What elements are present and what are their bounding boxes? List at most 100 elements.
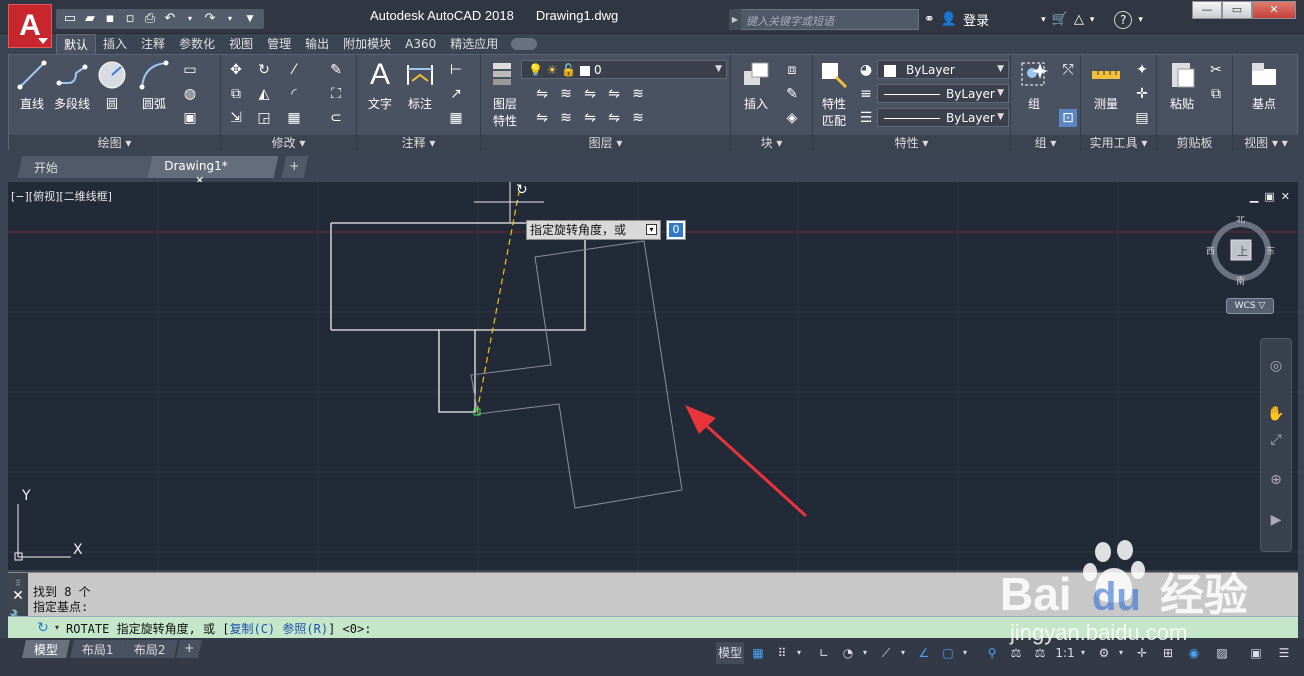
- viewport-close-icon[interactable]: ✕: [1281, 190, 1290, 203]
- layer-tool-icon[interactable]: ⇋: [533, 109, 551, 127]
- panel-title-groups[interactable]: 组 ▾: [1011, 135, 1080, 151]
- quick-select-icon[interactable]: ✦: [1133, 61, 1151, 79]
- group-button[interactable]: 组: [1013, 59, 1055, 112]
- dynamic-input-field[interactable]: 0: [666, 220, 686, 240]
- layer-tool-icon[interactable]: ⇋: [605, 85, 623, 103]
- zoom-extents-icon[interactable]: ⤢: [1267, 431, 1285, 449]
- copy-clip-icon[interactable]: ⧉: [1207, 85, 1225, 103]
- panel-title-view[interactable]: 视图 ▾ ▾: [1233, 135, 1299, 151]
- tab-annotate[interactable]: 注释: [134, 34, 172, 54]
- annotation-visibility-icon[interactable]: ⚲: [982, 642, 1002, 664]
- workspace-dropdown-icon[interactable]: ▾: [1116, 642, 1126, 664]
- new-tab-button[interactable]: +: [281, 156, 309, 178]
- paste-button[interactable]: 粘贴: [1161, 59, 1203, 112]
- hatch-icon[interactable]: ◍: [181, 85, 199, 103]
- close-button[interactable]: ✕: [1252, 1, 1296, 19]
- units-icon[interactable]: ⊞: [1158, 642, 1178, 664]
- dropdown-options-icon[interactable]: ▾: [646, 224, 657, 235]
- model-space-button[interactable]: 模型: [716, 642, 744, 664]
- linetype-icon[interactable]: ≡: [857, 85, 875, 103]
- group-select-icon[interactable]: ⊡: [1059, 109, 1077, 127]
- layer-tool-icon[interactable]: ⇋: [581, 109, 599, 127]
- application-menu-button[interactable]: A: [8, 4, 52, 48]
- linetype-dropdown[interactable]: ByLayer ▼: [877, 84, 1009, 103]
- tab-manage[interactable]: 管理: [260, 34, 298, 54]
- undo-icon[interactable]: ↶: [162, 11, 178, 27]
- fillet-icon[interactable]: ◜: [285, 85, 303, 103]
- open-folder-icon[interactable]: ▰: [82, 11, 98, 27]
- polyline-button[interactable]: 多段线: [51, 59, 93, 112]
- customize-qat-icon[interactable]: ▼: [242, 11, 258, 27]
- infer-constraints-icon[interactable]: ∟: [814, 642, 834, 664]
- linear-dim-icon[interactable]: ⊢: [447, 61, 465, 79]
- rotate-icon[interactable]: ↻: [255, 61, 273, 79]
- tab-parametric[interactable]: 参数化: [172, 34, 222, 54]
- tab-start[interactable]: 开始: [17, 156, 159, 178]
- annotation-monitor-icon[interactable]: ✛: [1132, 642, 1152, 664]
- help-icon[interactable]: ?: [1114, 10, 1133, 29]
- binoculars-icon[interactable]: ⚭: [924, 12, 935, 27]
- tab-insert[interactable]: 插入: [96, 34, 134, 54]
- panel-title-utilities[interactable]: 实用工具 ▾: [1081, 135, 1156, 151]
- isodraft-icon[interactable]: ⟋: [876, 642, 896, 664]
- layer-tool-icon[interactable]: ≋: [557, 109, 575, 127]
- insert-button[interactable]: 插入: [735, 59, 777, 112]
- search-expand-icon[interactable]: ▶: [729, 9, 741, 30]
- region-icon[interactable]: ▣: [181, 109, 199, 127]
- save-as-icon[interactable]: ▫: [122, 11, 138, 27]
- layer-tool-icon[interactable]: ⇋: [605, 109, 623, 127]
- login-dropdown-icon[interactable]: ▾: [1041, 15, 1046, 25]
- lineweight-icon[interactable]: ☰: [857, 109, 875, 127]
- orbit-icon[interactable]: ⊕: [1267, 471, 1285, 489]
- layer-tool-icon[interactable]: ⇋: [581, 85, 599, 103]
- undo-dropdown-icon[interactable]: ▾: [182, 11, 198, 27]
- cart-icon[interactable]: 🛒: [1052, 12, 1068, 27]
- scale-dropdown-icon[interactable]: ▾: [1078, 642, 1088, 664]
- tab-layout1[interactable]: 布局1: [70, 640, 126, 658]
- color-dropdown[interactable]: ByLayer ▼: [877, 60, 1009, 79]
- panel-title-block[interactable]: 块 ▾: [731, 135, 812, 151]
- scale-icon[interactable]: ◲: [255, 109, 273, 127]
- tab-drawing1[interactable]: Drawing1*✕: [147, 156, 279, 187]
- user-icon[interactable]: 👤: [941, 12, 957, 27]
- showmotion-icon[interactable]: ▶: [1267, 511, 1285, 529]
- viewcube[interactable]: 上 北 南 东 西: [1206, 216, 1276, 286]
- auto-scale-icon[interactable]: ⚖: [1006, 642, 1026, 664]
- customization-menu-icon[interactable]: ☰: [1274, 642, 1294, 664]
- isodraft-dropdown-icon[interactable]: ▾: [898, 642, 908, 664]
- leader-icon[interactable]: ↗: [447, 85, 465, 103]
- print-icon[interactable]: ⎙: [142, 11, 158, 27]
- layer-tool-icon[interactable]: ≋: [557, 85, 575, 103]
- text-button[interactable]: A 文字: [359, 59, 401, 112]
- base-view-button[interactable]: 基点: [1243, 59, 1285, 112]
- redo-icon[interactable]: ↷: [202, 11, 218, 27]
- object-snap-tracking-icon[interactable]: ∠: [914, 642, 934, 664]
- tab-featured-apps[interactable]: 精选应用: [443, 34, 505, 54]
- wcs-menu[interactable]: WCS ▽: [1226, 298, 1274, 314]
- layer-tool-icon[interactable]: ≋: [629, 85, 647, 103]
- annotation-scale-icon[interactable]: ⚖: [1030, 642, 1050, 664]
- osnap-dropdown-icon[interactable]: ▾: [960, 642, 970, 664]
- offset-icon[interactable]: ⊂: [327, 109, 345, 127]
- pan-hand-icon[interactable]: ✋: [1267, 405, 1285, 423]
- polar-tracking-icon[interactable]: ◔: [838, 642, 858, 664]
- calculator-icon[interactable]: ▤: [1133, 109, 1151, 127]
- graphics-performance-icon[interactable]: ▨: [1212, 642, 1232, 664]
- polar-dropdown-icon[interactable]: ▾: [860, 642, 870, 664]
- tab-addins[interactable]: 附加模块: [336, 34, 398, 54]
- snap-dropdown-icon[interactable]: ▾: [794, 642, 804, 664]
- a360-dropdown-icon[interactable]: ▾: [1090, 15, 1095, 25]
- maximize-button[interactable]: ▭: [1222, 1, 1252, 19]
- erase-icon[interactable]: ✎: [327, 61, 345, 79]
- trim-icon[interactable]: ⁄: [285, 61, 303, 79]
- clean-screen-icon[interactable]: ▣: [1246, 642, 1266, 664]
- tab-default[interactable]: 默认: [56, 34, 97, 54]
- table-icon[interactable]: ▦: [447, 109, 465, 127]
- login-button[interactable]: 登录: [963, 10, 989, 29]
- rectangle-icon[interactable]: ▭: [181, 61, 199, 79]
- block-attr-icon[interactable]: ◈: [783, 109, 801, 127]
- lineweight-dropdown[interactable]: ByLayer ▼: [877, 108, 1009, 127]
- arc-button[interactable]: 圆弧: [133, 59, 175, 112]
- color-wheel-icon[interactable]: ◕: [857, 61, 875, 79]
- object-snap-icon[interactable]: ▢: [938, 642, 958, 664]
